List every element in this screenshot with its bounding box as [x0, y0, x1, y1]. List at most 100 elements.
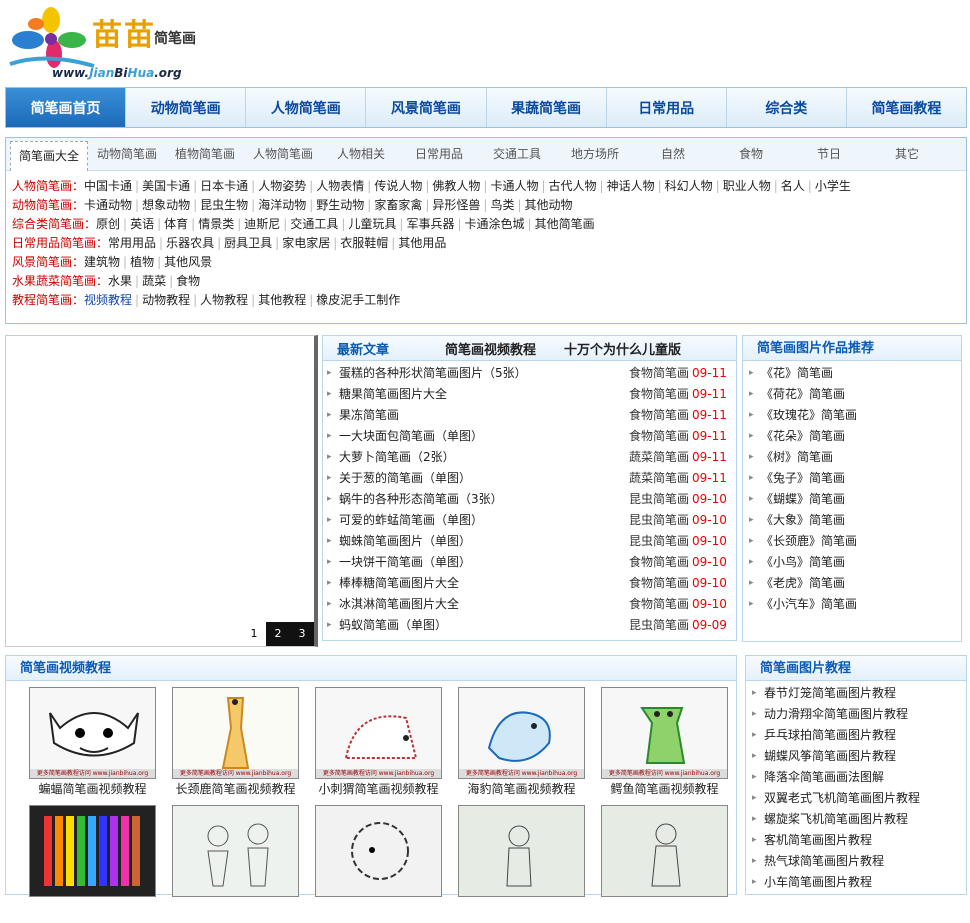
nav-misc[interactable]: 综合类	[727, 88, 847, 127]
category-link[interactable]: 军事兵器	[406, 217, 454, 231]
tutorial-item[interactable]: 动力滑翔伞简笔画图片教程	[746, 704, 966, 725]
category-link[interactable]: 人物姿势	[258, 179, 306, 193]
recommend-item[interactable]: 《蝴蝶》简笔画	[743, 489, 961, 510]
category-link[interactable]: 其他风景	[164, 255, 212, 269]
recommend-item[interactable]: 《兔子》简笔画	[743, 468, 961, 489]
category-link[interactable]: 蔬菜	[142, 274, 166, 288]
category-link[interactable]: 衣服鞋帽	[340, 236, 388, 250]
category-link[interactable]: 海洋动物	[258, 198, 306, 212]
category-link[interactable]: 其他用品	[398, 236, 446, 250]
category-link[interactable]: 古代人物	[549, 179, 597, 193]
news-item-category[interactable]: 昆虫简笔画	[629, 531, 689, 552]
category-link[interactable]: 职业人物	[723, 179, 771, 193]
recommend-item[interactable]: 《大象》简笔画	[743, 510, 961, 531]
category-link[interactable]: 水果	[108, 274, 132, 288]
recommend-item[interactable]: 《老虎》简笔画	[743, 573, 961, 594]
nav-daily-items[interactable]: 日常用品	[607, 88, 727, 127]
category-link[interactable]: 佛教人物	[432, 179, 480, 193]
category-link[interactable]: 情景类	[198, 217, 234, 231]
tutorial-item[interactable]: 螺旋桨飞机简笔画图片教程	[746, 809, 966, 830]
category-link[interactable]: 儿童玩具	[348, 217, 396, 231]
category-link[interactable]: 卡通涂色城	[465, 217, 525, 231]
news-item-category[interactable]: 食物简笔画	[629, 594, 689, 615]
nav-tutorials[interactable]: 简笔画教程	[847, 88, 966, 127]
site-logo[interactable]: 苗苗 简笔画 www.JianBiHua.org	[6, 6, 216, 82]
news-item-title[interactable]: 果冻简笔画	[339, 408, 399, 422]
news-item-title[interactable]: 大萝卜简笔画（2张）	[339, 450, 455, 464]
category-link[interactable]: 小学生	[815, 179, 851, 193]
video-card[interactable]	[593, 805, 736, 917]
category-link[interactable]: 日本卡通	[200, 179, 248, 193]
news-item-category[interactable]: 蔬菜简笔画	[629, 468, 689, 489]
cat-tab-food[interactable]: 食物	[712, 140, 790, 168]
video-title[interactable]	[307, 897, 450, 917]
video-card[interactable]: 更多简笔画教程访问 www.jianbihua.org 小刺猬简笔画视频教程	[307, 687, 450, 799]
news-item-category[interactable]: 食物简笔画	[629, 363, 689, 384]
nav-scenery[interactable]: 风景简笔画	[366, 88, 487, 127]
news-item-category[interactable]: 昆虫简笔画	[629, 510, 689, 531]
category-link[interactable]: 美国卡通	[142, 179, 190, 193]
category-link[interactable]: 中国卡通	[84, 179, 132, 193]
slider-page-2[interactable]: 2	[266, 622, 290, 646]
news-item-category[interactable]: 食物简笔画	[629, 426, 689, 447]
news-item-title[interactable]: 一大块面包简笔画（单图）	[339, 429, 483, 443]
recommend-item[interactable]: 《花》简笔画	[743, 363, 961, 384]
video-thumbnail[interactable]: 更多简笔画教程访问 www.jianbihua.org	[601, 687, 728, 779]
category-link[interactable]: 昆虫生物	[200, 198, 248, 212]
news-item-title[interactable]: 糖果简笔画图片大全	[339, 387, 447, 401]
category-link[interactable]: 家电家居	[282, 236, 330, 250]
category-link[interactable]: 人物教程	[200, 293, 248, 307]
video-card[interactable]	[164, 805, 307, 917]
news-item-category[interactable]: 食物简笔画	[629, 405, 689, 426]
tutorial-item[interactable]: 热气球简笔画图片教程	[746, 851, 966, 872]
video-title[interactable]	[593, 897, 736, 917]
video-card[interactable]	[450, 805, 593, 917]
category-link[interactable]: 想象动物	[142, 198, 190, 212]
video-thumbnail[interactable]	[315, 805, 442, 897]
category-link[interactable]: 其他动物	[525, 198, 573, 212]
nav-home[interactable]: 简笔画首页	[6, 88, 127, 127]
cat-tab-transport[interactable]: 交通工具	[478, 140, 556, 168]
video-thumbnail[interactable]: 更多简笔画教程访问 www.jianbihua.org	[458, 687, 585, 779]
news-item-title[interactable]: 可爱的蚱蜢简笔画（单图）	[339, 513, 483, 527]
category-link[interactable]: 野生动物	[316, 198, 364, 212]
category-link[interactable]: 视频教程	[84, 293, 132, 307]
news-item-title[interactable]: 蛋糕的各种形状简笔画图片（5张）	[339, 366, 527, 380]
cat-tab-festivals[interactable]: 节日	[790, 140, 868, 168]
slider-page-1[interactable]: 1	[242, 622, 266, 646]
category-link[interactable]: 建筑物	[84, 255, 120, 269]
video-card[interactable]: 更多简笔画教程访问 www.jianbihua.org 蝙蝠简笔画视频教程	[21, 687, 164, 799]
category-link[interactable]: 原创	[96, 217, 120, 231]
news-item-category[interactable]: 昆虫简笔画	[629, 615, 689, 636]
category-link[interactable]: 异形怪兽	[432, 198, 480, 212]
category-link[interactable]: 迪斯尼	[244, 217, 280, 231]
news-item-title[interactable]: 蚂蚁简笔画（单图）	[339, 618, 447, 632]
video-title[interactable]: 鳄鱼简笔画视频教程	[593, 779, 736, 799]
video-card[interactable]	[21, 805, 164, 917]
category-link[interactable]: 体育	[164, 217, 188, 231]
video-title[interactable]	[450, 897, 593, 917]
nav-fruits-vegetables[interactable]: 果蔬简笔画	[487, 88, 607, 127]
news-item-title[interactable]: 冰淇淋简笔画图片大全	[339, 597, 459, 611]
news-item-category[interactable]: 食物简笔画	[629, 552, 689, 573]
video-title[interactable]	[164, 897, 307, 917]
cat-tab-people-related[interactable]: 人物相关	[322, 140, 400, 168]
category-link[interactable]: 动物教程	[142, 293, 190, 307]
video-title[interactable]: 长颈鹿简笔画视频教程	[164, 779, 307, 799]
category-link[interactable]: 神话人物	[607, 179, 655, 193]
tutorial-item[interactable]: 春节灯笼简笔画图片教程	[746, 683, 966, 704]
news-item-title[interactable]: 关于葱的简笔画（单图）	[339, 471, 471, 485]
video-thumbnail[interactable]: 更多简笔画教程访问 www.jianbihua.org	[172, 687, 299, 779]
tab-video-tutorials[interactable]: 简笔画视频教程	[445, 339, 536, 358]
news-item-title[interactable]: 一块饼干简笔画（单图）	[339, 555, 471, 569]
category-link[interactable]: 食物	[176, 274, 200, 288]
cat-tab-people[interactable]: 人物简笔画	[244, 140, 322, 168]
news-item-title[interactable]: 蜘蛛简笔画图片（单图）	[339, 534, 471, 548]
video-card[interactable]: 更多简笔画教程访问 www.jianbihua.org 海豹简笔画视频教程	[450, 687, 593, 799]
video-thumbnail[interactable]	[172, 805, 299, 897]
cat-tab-other[interactable]: 其它	[868, 140, 946, 168]
video-thumbnail[interactable]: 更多简笔画教程访问 www.jianbihua.org	[29, 687, 156, 779]
category-link[interactable]: 卡通动物	[84, 198, 132, 212]
category-link[interactable]: 英语	[130, 217, 154, 231]
cat-tab-nature[interactable]: 自然	[634, 140, 712, 168]
